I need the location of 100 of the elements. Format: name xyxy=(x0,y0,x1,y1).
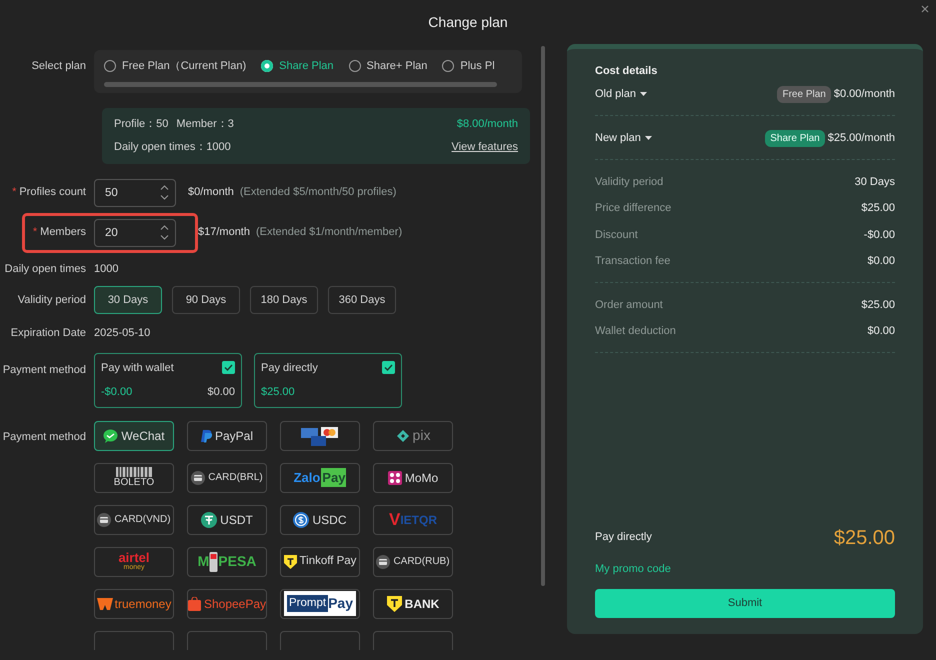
card-icon xyxy=(191,470,206,484)
plan-tag: Share Plan xyxy=(765,130,825,146)
cost-value: $0.00 xyxy=(867,254,895,269)
payment-channel-button[interactable]: ShopeePay xyxy=(187,588,267,618)
plan-label[interactable]: Old plan xyxy=(595,86,636,102)
submit-button[interactable]: Submit xyxy=(595,589,895,618)
number-input[interactable]: 20 xyxy=(105,220,155,244)
card-icon xyxy=(376,554,390,568)
payment-channel-button[interactable]: USDC xyxy=(280,504,360,534)
payment-channel-button[interactable]: Tinkoff Pay xyxy=(280,546,360,576)
cost-label: Price difference xyxy=(595,201,672,216)
option-amount: $25.00 xyxy=(261,385,295,400)
payment-channel-button[interactable]: M PESA xyxy=(187,546,267,576)
field-label: Profiles count xyxy=(19,186,86,198)
number-input[interactable]: 50 xyxy=(105,180,155,204)
payment-channel-button[interactable]: CARD(RUB) xyxy=(373,546,453,576)
payment-channel-button[interactable]: MoMo xyxy=(373,462,453,492)
channel-label: Tinkoff Pay xyxy=(300,554,356,569)
payment-channel-button[interactable] xyxy=(280,420,360,450)
chevron-down-icon[interactable] xyxy=(160,195,169,200)
channel-label: airtel xyxy=(118,551,150,564)
payment-channel-button[interactable]: BOLETO xyxy=(94,462,174,492)
channel-label: pix xyxy=(412,426,430,445)
diamond-logo-icon xyxy=(396,428,410,442)
period-button[interactable]: 180 Days xyxy=(250,286,318,314)
field-label: Payment method xyxy=(2,362,87,378)
cost-value: $0.00 xyxy=(867,324,895,339)
cost-label: Validity period xyxy=(595,174,664,190)
plan-price: $0.00/month xyxy=(834,86,895,102)
channel-label: truemoney xyxy=(114,596,172,612)
checkbox[interactable] xyxy=(222,361,235,374)
scrollbar-thumb[interactable] xyxy=(541,46,545,586)
channel-label: BANK xyxy=(404,596,440,612)
field-label: Expiration Date xyxy=(10,326,87,341)
channel-label: CARD(BRL) xyxy=(208,471,263,485)
payment-channel-button[interactable]: CARD(BRL) xyxy=(187,462,267,492)
barcode-icon xyxy=(116,467,152,477)
payment-channel-button[interactable]: Zalo Pay xyxy=(280,462,360,492)
channel-label: Prompt xyxy=(287,594,328,612)
option-title: Pay directly xyxy=(261,360,318,376)
chevron-up-icon[interactable] xyxy=(160,225,169,230)
field-label: Payment method xyxy=(2,430,87,444)
promo-code-link[interactable]: My promo code xyxy=(595,562,671,574)
plan-label[interactable]: New plan xyxy=(595,130,641,146)
channel-label: Pay xyxy=(328,594,353,613)
payment-channel-button[interactable]: truemoney xyxy=(94,588,174,618)
scrollbar-thumb[interactable] xyxy=(104,82,497,86)
close-icon[interactable] xyxy=(920,4,930,14)
period-button[interactable]: 360 Days xyxy=(328,286,396,314)
channel-label: IETQR xyxy=(400,512,437,528)
payment-channel-button[interactable]: WeChat xyxy=(94,420,174,450)
payment-channel-button[interactable]: BANK xyxy=(373,588,453,618)
plan-option[interactable]: Free Plan（Current Plan) xyxy=(104,58,246,74)
chevron-down-icon[interactable] xyxy=(160,235,169,240)
payment-channel-button[interactable]: Prompt Pay xyxy=(280,588,360,618)
plan-tag: Free Plan xyxy=(777,86,831,102)
plan-option[interactable]: Share Plan xyxy=(261,58,334,74)
cost-label: Transaction fee xyxy=(595,254,670,269)
field-value: 1000 xyxy=(94,262,118,276)
coin-icon xyxy=(201,512,218,528)
channel-label: CARD(RUB) xyxy=(393,555,450,569)
channel-label: CARD(VND) xyxy=(114,513,171,527)
coin-icon xyxy=(293,512,310,528)
payment-channel-button[interactable]: pix xyxy=(373,420,453,450)
payment-channel-button[interactable]: CARD(VND) xyxy=(94,504,174,534)
channel-label: USDC xyxy=(312,512,346,528)
option-title: Pay with wallet xyxy=(101,360,174,376)
cost-value: 30 Days xyxy=(854,174,895,190)
cost-label: Order amount xyxy=(595,298,663,312)
plan-option[interactable]: Plus Pl xyxy=(442,58,495,74)
number-spinner[interactable]: 20 xyxy=(94,218,176,246)
cost-value: -$0.00 xyxy=(864,228,895,242)
channel-label: Pay xyxy=(321,468,346,488)
paypal-logo-icon xyxy=(200,428,212,442)
field-label: Select plan xyxy=(30,59,87,74)
pay-amount: $25.00 xyxy=(834,526,895,550)
payment-channel-button[interactable]: PayPal xyxy=(187,420,267,450)
payment-option-card[interactable]: Pay with wallet -$0.00 $0.00 xyxy=(94,352,242,408)
period-button[interactable]: 30 Days xyxy=(94,286,162,314)
cost-value: $25.00 xyxy=(861,298,895,312)
chevron-up-icon[interactable] xyxy=(160,185,169,190)
payment-option-card[interactable]: Pay directly $25.00 xyxy=(254,352,402,408)
channel-label: MoMo xyxy=(404,470,438,486)
grid-logo-icon xyxy=(388,470,402,484)
option-amount: -$0.00 xyxy=(101,385,132,400)
field-price: $17/month xyxy=(198,225,250,240)
checkbox[interactable] xyxy=(382,361,395,374)
view-features-link[interactable]: View features xyxy=(452,141,518,153)
caret-down-icon xyxy=(640,92,647,96)
card-icon xyxy=(97,512,112,526)
field-label: Validity period xyxy=(16,292,87,308)
field-note: (Extended $1/month/member) xyxy=(256,225,402,240)
plan-option[interactable]: Share+ Plan xyxy=(348,58,428,74)
channel-label: USDT xyxy=(220,512,253,528)
cost-value: $25.00 xyxy=(861,201,895,216)
plan-price: $8.00/month xyxy=(456,116,518,132)
pay-label: Pay directly xyxy=(595,530,652,546)
period-button[interactable]: 90 Days xyxy=(172,286,240,314)
number-spinner[interactable]: 50 xyxy=(94,178,176,206)
payment-channel-button[interactable]: USDT xyxy=(187,504,267,534)
